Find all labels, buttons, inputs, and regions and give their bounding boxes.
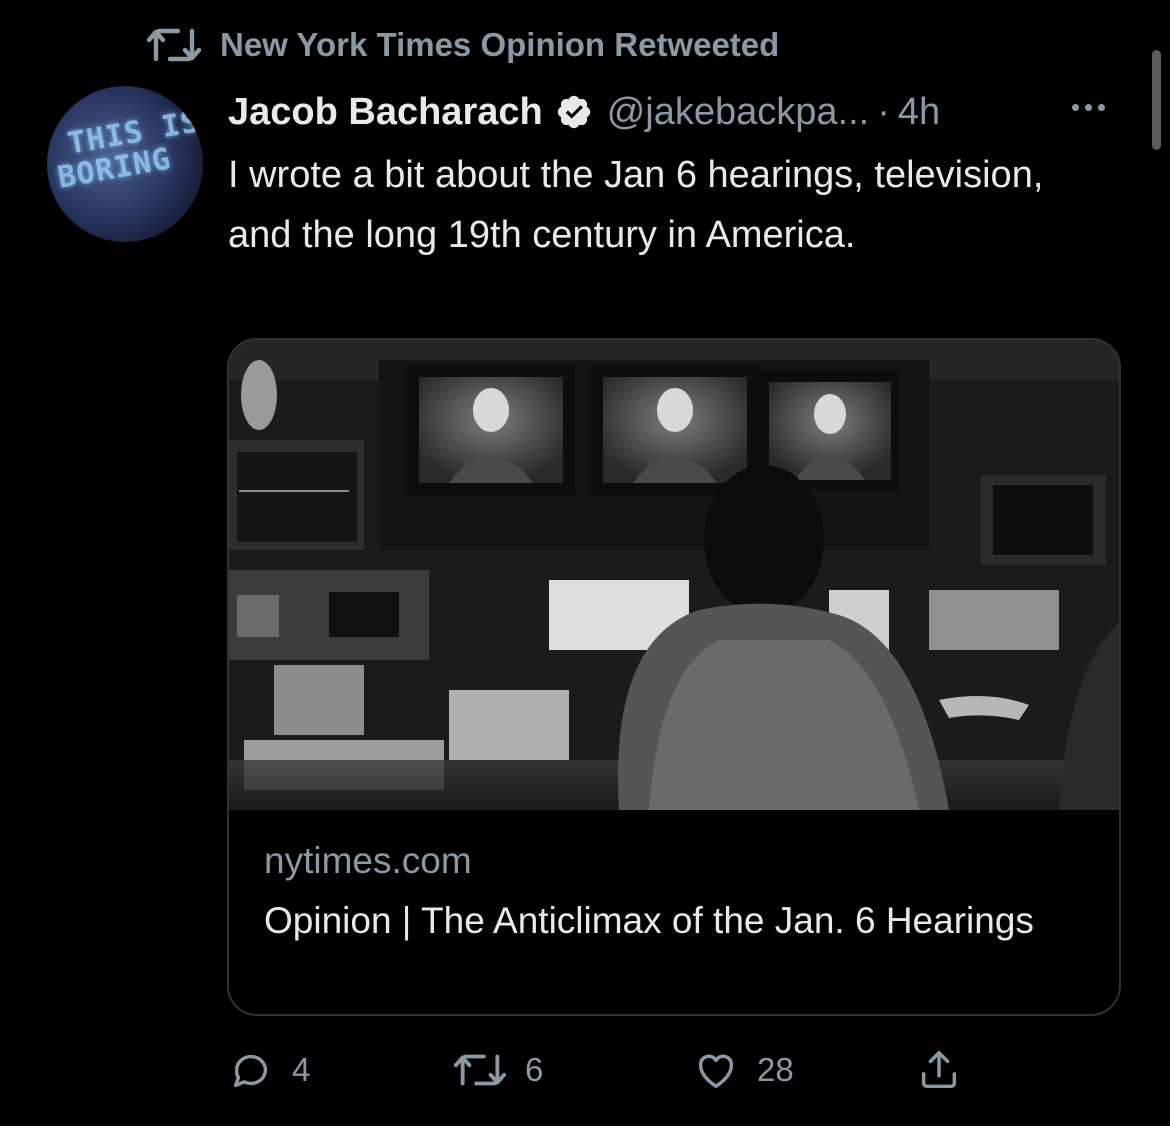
- retweet-icon: [146, 25, 202, 65]
- card-image: [229, 340, 1119, 810]
- retweet-context: New York Times Opinion Retweeted: [146, 22, 779, 68]
- retweet-button[interactable]: 6: [453, 1040, 543, 1100]
- card-title: Opinion | The Anticlimax of the Jan. 6 H…: [264, 900, 1034, 941]
- reply-icon: [228, 1047, 274, 1093]
- reply-button[interactable]: 4: [228, 1040, 310, 1100]
- like-count: 28: [757, 1051, 794, 1088]
- share-button[interactable]: [916, 1040, 962, 1100]
- retweet-context-label[interactable]: New York Times Opinion Retweeted: [220, 26, 779, 64]
- tweet-header: Jacob Bacharach @jakebackpa... · 4h: [228, 82, 1128, 142]
- share-icon: [916, 1047, 962, 1093]
- author-handle[interactable]: @jakebackpa...: [607, 91, 870, 134]
- retweet-count: 6: [525, 1051, 544, 1088]
- heart-icon: [693, 1047, 739, 1093]
- more-options-icon[interactable]: [1072, 104, 1105, 111]
- card-domain: nytimes.com: [264, 840, 472, 881]
- avatar[interactable]: THIS IS BORING: [47, 86, 203, 242]
- verified-badge-icon: [555, 93, 593, 131]
- retweet-icon: [453, 1050, 507, 1090]
- author-name[interactable]: Jacob Bacharach: [228, 91, 543, 134]
- tweet-text: I wrote a bit about the Jan 6 hearings, …: [228, 154, 1044, 256]
- separator-dot: ·: [877, 90, 890, 133]
- link-card[interactable]: nytimes.com Opinion | The Anticlimax of …: [227, 338, 1121, 1016]
- reply-count: 4: [292, 1051, 311, 1088]
- scrollbar[interactable]: [1152, 50, 1161, 150]
- tweet-actions: 4 6 28: [228, 1040, 1128, 1100]
- timestamp[interactable]: 4h: [898, 91, 940, 134]
- like-button[interactable]: 28: [693, 1040, 794, 1100]
